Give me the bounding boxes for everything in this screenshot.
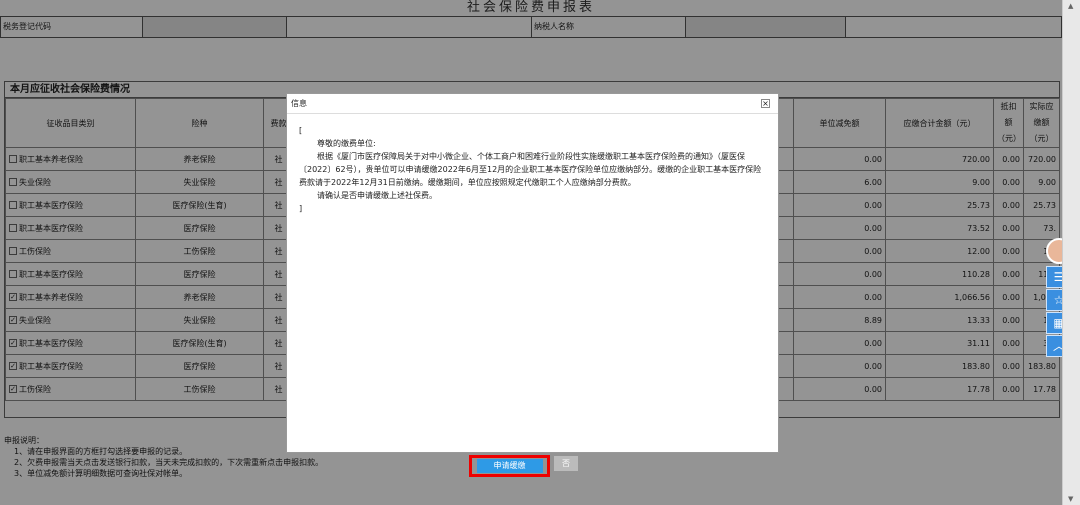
dialog-body: [ 尊敬的缴费单位: 根据《厦门市医疗保障局关于对中小微企业、个体工商户和困难行…	[287, 114, 778, 225]
dialog-greeting: 尊敬的缴费单位:	[317, 139, 376, 148]
info-dialog: 信息 × [ 尊敬的缴费单位: 根据《厦门市医疗保障局关于对中小微企业、个体工商…	[286, 93, 779, 453]
apply-deferral-label: 申请缓缴	[476, 459, 543, 473]
close-icon[interactable]: ×	[761, 99, 770, 108]
apply-deferral-button[interactable]: 申请缓缴	[469, 455, 550, 477]
scroll-down-icon[interactable]: ▼	[1068, 495, 1073, 503]
scroll-up-icon[interactable]: ▲	[1068, 2, 1073, 10]
dialog-title: 信息	[291, 99, 307, 108]
close-bracket: ]	[299, 204, 303, 213]
dialog-confirm-text: 请确认是否申请缓缴上述社保费。	[317, 191, 437, 200]
dialog-header: 信息 ×	[287, 94, 778, 114]
scrollbar[interactable]: ▲ ▼	[1062, 0, 1080, 505]
dialog-paragraph: 根据《厦门市医疗保障局关于对中小微企业、个体工商户和困难行业阶段性实施缓缴职工基…	[299, 152, 762, 187]
open-bracket: [	[299, 126, 303, 135]
no-button[interactable]: 否	[554, 456, 578, 471]
